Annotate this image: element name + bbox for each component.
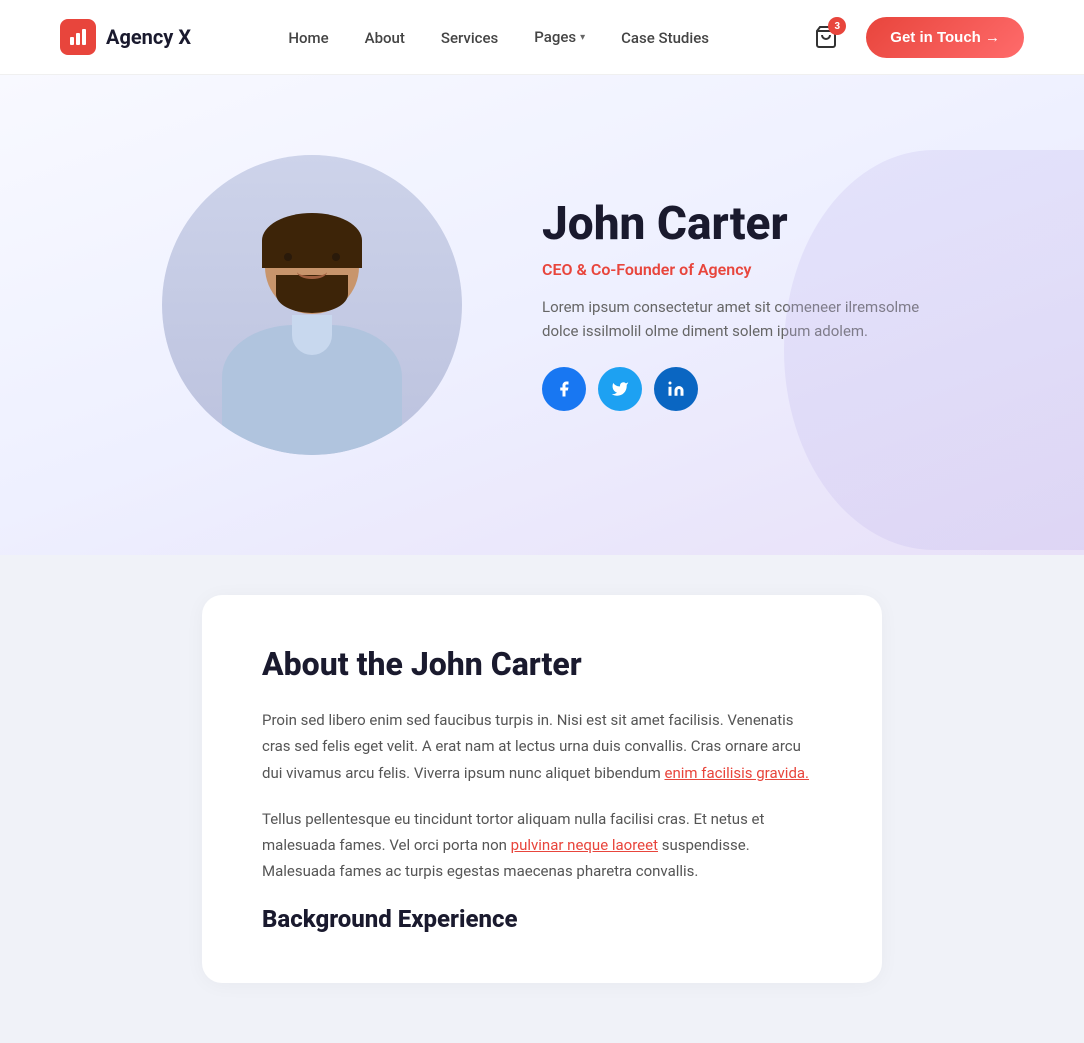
background-heading: Background Experience [262,905,822,933]
person-beard [276,275,348,313]
about-para-2-link[interactable]: pulvinar neque laoreet [511,836,658,854]
nav-actions: 3 Get in Touch → [806,17,1024,58]
person-title: CEO & Co-Founder of Agency [542,260,922,279]
avatar [162,155,462,455]
chevron-down-icon: ▾ [580,32,585,43]
about-para-1-link[interactable]: enim facilisis gravida. [664,764,809,782]
twitter-button[interactable] [598,367,642,411]
nav-pages[interactable]: Pages ▾ [534,28,585,46]
nav-services[interactable]: Services [441,29,498,47]
nav-links: Home About Services Pages ▾ Case Studies [288,28,709,47]
about-heading: About the John Carter [262,645,822,683]
nav-case-studies[interactable]: Case Studies [621,29,709,47]
facebook-button[interactable] [542,367,586,411]
hero-wrapper: John Carter CEO & Co-Founder of Agency L… [0,75,1084,555]
facebook-icon [555,380,573,398]
person-collar [292,315,332,355]
hero-content: John Carter CEO & Co-Founder of Agency L… [542,199,922,411]
brand-logo[interactable]: Agency X [60,19,191,55]
person-eye-right [332,253,340,261]
cart-badge: 3 [828,17,846,35]
linkedin-button[interactable] [654,367,698,411]
person-bio: Lorem ipsum consectetur amet sit comenee… [542,295,922,343]
cta-label: Get in Touch → [890,29,1000,46]
linkedin-icon [667,380,685,398]
about-section: About the John Carter Proin sed libero e… [0,555,1084,1043]
cart-button[interactable]: 3 [806,17,846,57]
person-smile [297,265,327,279]
about-paragraph-1: Proin sed libero enim sed faucibus turpi… [262,707,822,786]
brand-name: Agency X [106,25,191,49]
brand-icon [60,19,96,55]
nav-home[interactable]: Home [288,29,328,47]
person-eye-left [284,253,292,261]
navbar: Agency X Home About Services Pages ▾ Cas… [0,0,1084,75]
about-paragraph-2: Tellus pellentesque eu tincidunt tortor … [262,806,822,885]
social-links [542,367,922,411]
person-hair [262,213,362,268]
about-card: About the John Carter Proin sed libero e… [202,595,882,983]
twitter-icon [611,380,629,398]
hero-section: John Carter CEO & Co-Founder of Agency L… [0,75,1084,555]
person-name: John Carter [542,199,922,250]
avatar-container [162,155,462,455]
nav-about[interactable]: About [365,29,405,47]
nav-pages-label: Pages [534,28,576,46]
get-in-touch-button[interactable]: Get in Touch → [866,17,1024,58]
logo-bars-icon [68,27,88,47]
